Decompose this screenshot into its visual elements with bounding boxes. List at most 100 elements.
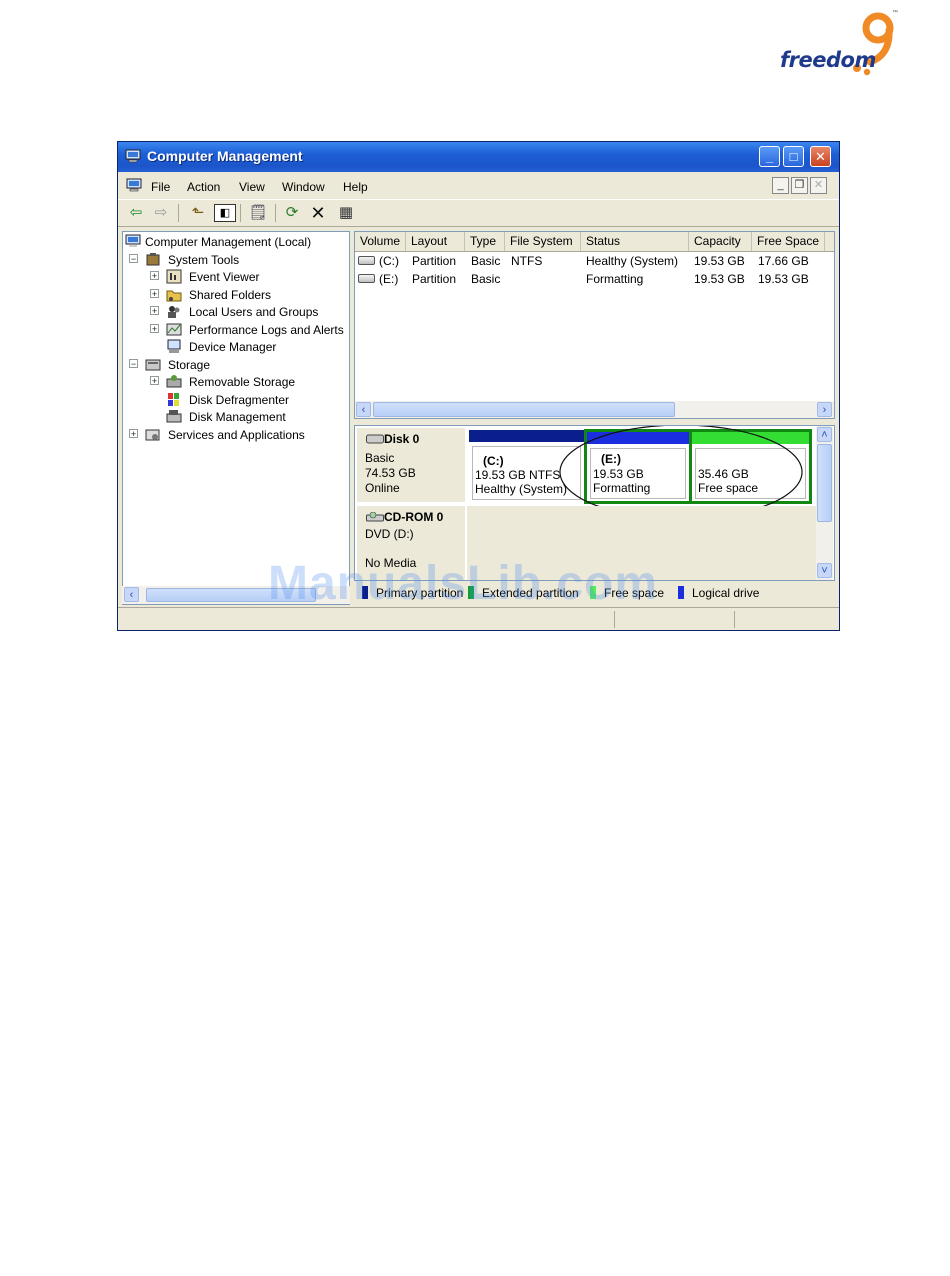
legend-swatch: [678, 586, 684, 599]
drive-icon: [358, 274, 375, 283]
defrag-icon: [168, 393, 179, 406]
menu-action[interactable]: Action: [187, 180, 220, 194]
volume-label: (C:): [483, 454, 504, 468]
back-arrow-icon[interactable]: ⇦: [126, 204, 146, 222]
cdrom-type: DVD (D:): [365, 527, 414, 541]
scroll-left-icon[interactable]: ‹: [124, 587, 139, 602]
disk-0-label[interactable]: Disk 0 Basic 74.53 GB Online: [357, 428, 465, 502]
collapse-icon[interactable]: −: [129, 254, 138, 264]
watermark: ManualsLib.com: [268, 557, 659, 610]
child-window-controls: _ ❐ ✕: [772, 177, 830, 195]
scrollbar-thumb[interactable]: [373, 402, 675, 417]
expand-icon[interactable]: +: [150, 376, 159, 386]
tree-label: Shared Folders: [189, 288, 272, 302]
close-icon: ✕: [815, 149, 826, 164]
maximize-button[interactable]: □: [783, 146, 804, 167]
expand-icon[interactable]: +: [150, 306, 159, 316]
disk-type: Basic: [365, 451, 395, 465]
child-restore-button[interactable]: ❐: [791, 177, 808, 194]
expand-icon[interactable]: +: [150, 289, 159, 299]
table-row[interactable]: (C:) Partition Basic NTFS Healthy (Syste…: [355, 253, 834, 271]
column-file-system[interactable]: File System: [505, 232, 581, 251]
window-title: Computer Management: [147, 148, 303, 164]
disk-size: 74.53 GB: [365, 466, 416, 480]
cell-file-system: NTFS: [511, 254, 543, 268]
expand-icon[interactable]: +: [150, 324, 159, 334]
column-volume[interactable]: Volume: [355, 232, 406, 251]
delete-icon[interactable]: ✕: [308, 204, 328, 222]
tree-label: Event Viewer: [189, 270, 260, 284]
toolbar: ⇦ ⇨ ⬑ ◧ 🗒 ⟳ ✕ ▦: [118, 199, 839, 227]
collapse-icon[interactable]: −: [129, 359, 138, 369]
cdrom-name: CD-ROM 0: [384, 510, 444, 524]
menu-help[interactable]: Help: [343, 180, 368, 194]
menu-view[interactable]: View: [239, 180, 265, 194]
computer-icon: [125, 149, 141, 163]
cell-type: Basic: [471, 254, 501, 268]
tree-label: Disk Defragmenter: [189, 393, 290, 407]
computer-icon: [125, 234, 141, 247]
tree-label: Storage: [168, 358, 211, 372]
status-divider: [614, 611, 615, 628]
column-layout[interactable]: Layout: [406, 232, 465, 251]
performance-icon: [166, 323, 182, 336]
table-row[interactable]: (E:) Partition Basic Formatting 19.53 GB…: [355, 271, 834, 289]
scroll-left-icon[interactable]: ‹: [356, 402, 371, 417]
services-icon: [145, 429, 160, 441]
tree-label: Services and Applications: [168, 428, 305, 442]
cell-free-space: 19.53 GB: [758, 272, 809, 286]
column-type[interactable]: Type: [465, 232, 505, 251]
list-header: Volume Layout Type File System Status Ca…: [355, 232, 834, 252]
scroll-right-icon[interactable]: ›: [817, 402, 832, 417]
disk-state: Online: [365, 481, 400, 495]
volume-status: Healthy (System): [475, 482, 568, 496]
scroll-down-icon[interactable]: ˅: [817, 563, 832, 578]
legend-label: Logical drive: [692, 586, 760, 600]
tree-label: Disk Management: [189, 410, 286, 424]
minimize-button[interactable]: _: [759, 146, 780, 167]
cell-type: Basic: [471, 272, 501, 286]
tree-label: System Tools: [168, 253, 240, 267]
cell-layout: Partition: [412, 272, 457, 286]
cell-volume: (C:): [379, 254, 399, 268]
column-capacity[interactable]: Capacity: [689, 232, 752, 251]
column-status[interactable]: Status: [581, 232, 689, 251]
trademark-symbol: ™: [892, 10, 898, 16]
cell-status: Formatting: [586, 272, 644, 286]
settings-icon[interactable]: ▦: [336, 204, 356, 222]
menu-window[interactable]: Window: [282, 180, 325, 194]
graphical-vertical-scrollbar[interactable]: ˄ ˅: [816, 426, 833, 580]
cell-status: Healthy (System): [586, 254, 679, 268]
minimize-icon: _: [765, 149, 774, 164]
tools-icon: [146, 253, 160, 266]
toolbar-separator: [275, 204, 276, 222]
up-folder-icon[interactable]: ⬑: [188, 204, 208, 222]
drive-icon: [358, 256, 375, 265]
title-bar[interactable]: Computer Management _ □ ✕: [118, 142, 839, 172]
volume-size: 19.53 GB NTFS: [475, 468, 561, 482]
console-tree: Computer Management (Local) − System Too…: [122, 231, 350, 605]
tree-label: Device Manager: [189, 340, 277, 354]
event-viewer-icon: [166, 269, 182, 284]
close-button[interactable]: ✕: [810, 146, 831, 167]
freedom9-logo: freedom ™: [778, 8, 903, 78]
cell-free-space: 17.66 GB: [758, 254, 809, 268]
toolbar-separator: [178, 204, 179, 222]
expand-icon[interactable]: +: [150, 271, 159, 281]
child-close-button[interactable]: ✕: [810, 177, 827, 194]
show-hide-tree-icon[interactable]: ◧: [214, 204, 236, 222]
tree-label: Computer Management (Local): [145, 235, 312, 249]
scrollbar-thumb[interactable]: [817, 444, 832, 522]
refresh-icon[interactable]: ⟳: [282, 204, 302, 222]
volume-list: Volume Layout Type File System Status Ca…: [354, 231, 835, 419]
forward-arrow-icon[interactable]: ⇨: [151, 204, 171, 222]
storage-icon: [145, 359, 161, 371]
menu-file[interactable]: File: [151, 180, 170, 194]
child-minimize-button[interactable]: _: [772, 177, 789, 194]
tree-label: Removable Storage: [189, 375, 296, 389]
column-free-space[interactable]: Free Space: [752, 232, 825, 251]
list-horizontal-scrollbar[interactable]: ‹ ›: [355, 401, 834, 418]
expand-icon[interactable]: +: [129, 429, 138, 439]
properties-icon[interactable]: 🗒: [248, 204, 268, 222]
scroll-up-icon[interactable]: ˄: [817, 427, 832, 442]
